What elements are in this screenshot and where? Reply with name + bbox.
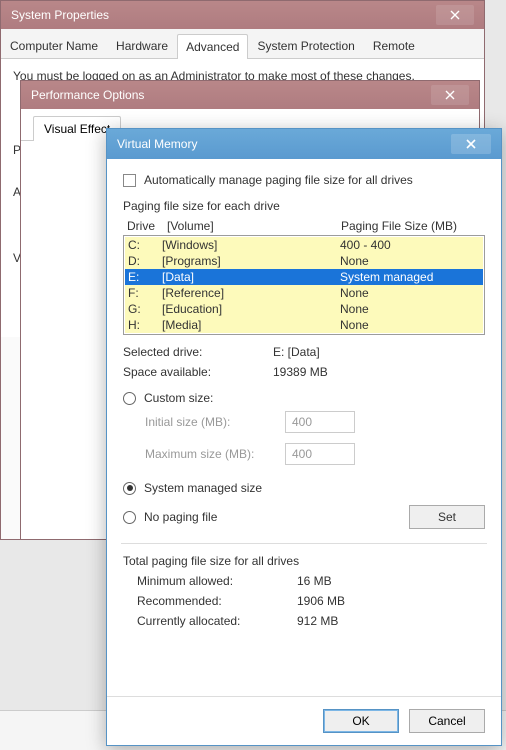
drive-paging-size: 400 - 400 [340,238,480,252]
virtual-memory-footer: OK Cancel [107,696,501,745]
system-properties-titlebar[interactable]: System Properties [1,1,484,29]
drive-volume: [Media] [162,318,340,332]
tab-hardware[interactable]: Hardware [107,33,177,58]
performance-options-titlebar[interactable]: Performance Options [21,81,479,109]
performance-options-title: Performance Options [31,88,144,102]
auto-manage-label: Automatically manage paging file size fo… [144,173,413,187]
custom-size-radio[interactable] [123,392,136,405]
maximum-size-label: Maximum size (MB): [145,447,285,461]
system-properties-title: System Properties [11,8,109,22]
recommended-label: Recommended: [137,594,297,608]
close-icon[interactable] [436,5,474,25]
header-volume: [Volume] [167,219,341,233]
no-paging-label: No paging file [144,510,217,524]
system-properties-tabs: Computer Name Hardware Advanced System P… [1,29,484,59]
cancel-button[interactable]: Cancel [409,709,485,733]
system-managed-radio[interactable] [123,482,136,495]
drive-letter: H: [128,318,162,332]
recommended-value: 1906 MB [297,594,345,608]
paging-size-subhead: Paging file size for each drive [123,199,485,213]
min-allowed-label: Minimum allowed: [137,574,297,588]
virtual-memory-titlebar[interactable]: Virtual Memory [107,129,501,159]
drive-row[interactable]: C:[Windows]400 - 400 [125,237,483,253]
drive-row[interactable]: F:[Reference]None [125,285,483,301]
drive-paging-size: None [340,318,480,332]
drive-row[interactable]: G:[Education]None [125,301,483,317]
currently-allocated-value: 912 MB [297,614,338,628]
header-size: Paging File Size (MB) [341,219,481,233]
tab-advanced[interactable]: Advanced [177,34,248,59]
selected-drive-value: E: [Data] [273,345,320,359]
drive-paging-size: System managed [340,270,480,284]
drive-letter: F: [128,286,162,300]
drive-volume: [Education] [162,302,340,316]
totals-heading: Total paging file size for all drives [123,554,485,568]
min-allowed-value: 16 MB [297,574,332,588]
custom-size-label: Custom size: [144,391,213,405]
close-icon[interactable] [431,85,469,105]
drive-letter: C: [128,238,162,252]
drive-volume: [Reference] [162,286,340,300]
drive-letter: G: [128,302,162,316]
currently-allocated-label: Currently allocated: [137,614,297,628]
selected-drive-label: Selected drive: [123,345,273,359]
no-paging-radio[interactable] [123,511,136,524]
drive-volume: [Windows] [162,238,340,252]
drive-list[interactable]: C:[Windows]400 - 400D:[Programs]NoneE:[D… [123,235,485,335]
set-button[interactable]: Set [409,505,485,529]
drive-row[interactable]: D:[Programs]None [125,253,483,269]
drive-paging-size: None [340,302,480,316]
tab-system-protection[interactable]: System Protection [248,33,363,58]
auto-manage-checkbox[interactable] [123,174,136,187]
system-managed-label: System managed size [144,481,262,495]
drive-letter: D: [128,254,162,268]
drive-row[interactable]: E:[Data]System managed [125,269,483,285]
initial-size-label: Initial size (MB): [145,415,285,429]
space-available-value: 19389 MB [273,365,328,379]
tab-computer-name[interactable]: Computer Name [1,33,107,58]
drive-paging-size: None [340,254,480,268]
drive-list-header: Drive [Volume] Paging File Size (MB) [123,219,485,235]
initial-size-input[interactable] [285,411,355,433]
virtual-memory-title: Virtual Memory [117,137,197,151]
virtual-memory-dialog: Virtual Memory Automatically manage pagi… [106,128,502,746]
space-available-label: Space available: [123,365,273,379]
drive-volume: [Data] [162,270,340,284]
tab-remote[interactable]: Remote [364,33,424,58]
drive-letter: E: [128,270,162,284]
ok-button[interactable]: OK [323,709,399,733]
drive-volume: [Programs] [162,254,340,268]
drive-row[interactable]: H:[Media]None [125,317,483,333]
drive-paging-size: None [340,286,480,300]
close-icon[interactable] [451,134,491,154]
maximum-size-input[interactable] [285,443,355,465]
header-drive: Drive [127,219,167,233]
